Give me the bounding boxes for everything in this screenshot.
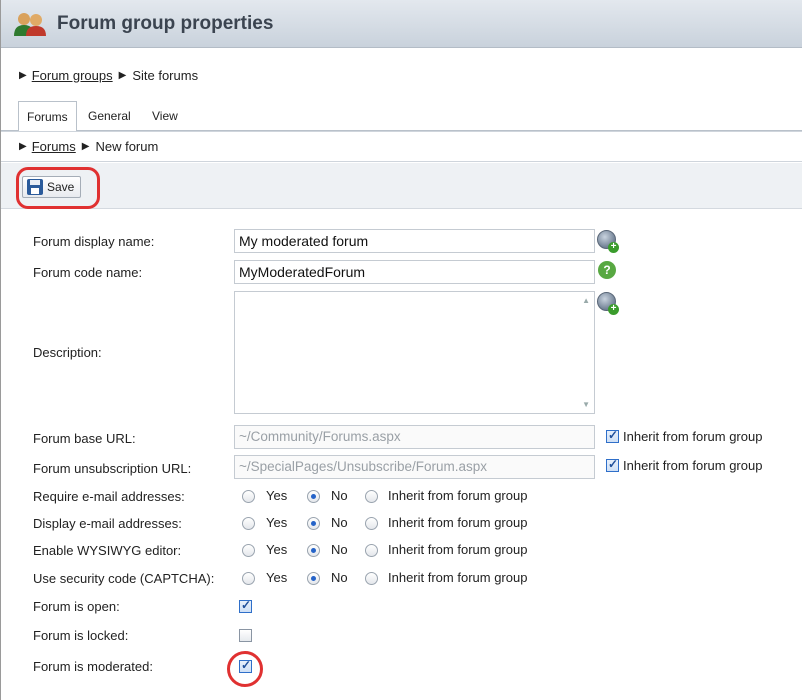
unsub-url-inherit-checkbox[interactable] [606, 457, 619, 472]
captcha-yes-radio[interactable] [242, 572, 255, 585]
page-title: Forum group properties [57, 12, 274, 34]
captcha-inherit-radio[interactable] [365, 572, 378, 585]
chevron-right-icon: ▶ [19, 141, 27, 152]
radio-no-label: No [331, 515, 348, 530]
base-url-label: Forum base URL: [33, 431, 136, 446]
radio-inherit-label: Inherit from forum group [388, 488, 528, 503]
toolbar [1, 163, 802, 209]
base-url-inherit-checkbox[interactable] [606, 428, 619, 443]
is-open-checkbox[interactable] [239, 598, 252, 613]
require-email-no-radio[interactable] [307, 490, 320, 503]
dialog-frame: Forum group properties ▶ Forum groups ▶ … [0, 0, 802, 700]
chevron-right-icon: ▶ [81, 141, 90, 152]
tab-general[interactable]: General [80, 101, 139, 131]
display-email-label: Display e-mail addresses: [33, 516, 182, 531]
radio-yes-label: Yes [266, 542, 288, 557]
radio-yes-label: Yes [266, 488, 288, 503]
breadcrumb-link-forums[interactable]: Forums [32, 139, 76, 154]
is-open-label: Forum is open: [33, 599, 120, 614]
display-email-inherit-radio[interactable] [365, 517, 378, 530]
display-name-input[interactable]: My moderated forum [234, 229, 595, 253]
sub-breadcrumb: ▶ Forums ▶ New forum [1, 131, 802, 162]
base-url-inherit-label: Inherit from forum group [623, 429, 763, 444]
highlight-ring [227, 651, 263, 687]
description-label: Description: [33, 345, 102, 360]
localize-globe-icon[interactable] [597, 230, 619, 253]
captcha-label: Use security code (CAPTCHA): [33, 571, 215, 586]
require-email-yes-radio[interactable] [242, 490, 255, 503]
localize-globe-icon[interactable] [597, 292, 619, 315]
breadcrumb-current: Site forums [132, 67, 199, 83]
help-icon[interactable]: ? [598, 261, 616, 279]
radio-yes-label: Yes [266, 515, 288, 530]
tab-strip: Forums General View [1, 98, 802, 132]
is-locked-checkbox[interactable] [239, 629, 252, 642]
breadcrumb: ▶ Forum groups ▶ Site forums [1, 60, 802, 90]
radio-no-label: No [331, 542, 348, 557]
wysiwyg-inherit-radio[interactable] [365, 544, 378, 557]
wysiwyg-yes-radio[interactable] [242, 544, 255, 557]
users-group-icon [13, 11, 47, 37]
is-locked-label: Forum is locked: [33, 628, 129, 643]
radio-inherit-label: Inherit from forum group [388, 570, 528, 585]
radio-inherit-label: Inherit from forum group [388, 542, 528, 557]
unsub-url-inherit-label: Inherit from forum group [623, 458, 763, 473]
require-email-inherit-radio[interactable] [365, 490, 378, 503]
scroll-down-icon[interactable]: ▼ [582, 400, 590, 409]
highlight-ring [16, 167, 100, 209]
code-name-input[interactable]: MyModeratedForum [234, 260, 595, 284]
base-url-input[interactable]: ~/Community/Forums.aspx [234, 425, 595, 449]
display-email-no-radio[interactable] [307, 517, 320, 530]
breadcrumb-current: New forum [95, 139, 159, 154]
radio-yes-label: Yes [266, 570, 288, 585]
radio-inherit-label: Inherit from forum group [388, 515, 528, 530]
description-textarea[interactable]: ▲ ▼ [234, 291, 595, 414]
wysiwyg-label: Enable WYSIWYG editor: [33, 543, 182, 558]
title-bar: Forum group properties [1, 0, 802, 48]
tab-view[interactable]: View [144, 101, 186, 131]
breadcrumb-link-forum-groups[interactable]: Forum groups [32, 68, 113, 83]
wysiwyg-no-radio[interactable] [307, 544, 320, 557]
chevron-right-icon: ▶ [19, 69, 27, 81]
tab-forums[interactable]: Forums [18, 101, 77, 132]
unsub-url-input[interactable]: ~/SpecialPages/Unsubscribe/Forum.aspx [234, 455, 595, 479]
display-name-label: Forum display name: [33, 234, 155, 249]
require-email-label: Require e-mail addresses: [33, 489, 185, 504]
radio-no-label: No [331, 488, 348, 503]
captcha-no-radio[interactable] [307, 572, 320, 585]
chevron-right-icon: ▶ [118, 69, 127, 81]
is-moderated-label: Forum is moderated: [33, 659, 153, 674]
scroll-up-icon[interactable]: ▲ [582, 296, 590, 305]
unsub-url-label: Forum unsubscription URL: [33, 461, 192, 476]
radio-no-label: No [331, 570, 348, 585]
code-name-label: Forum code name: [33, 265, 143, 280]
display-email-yes-radio[interactable] [242, 517, 255, 530]
